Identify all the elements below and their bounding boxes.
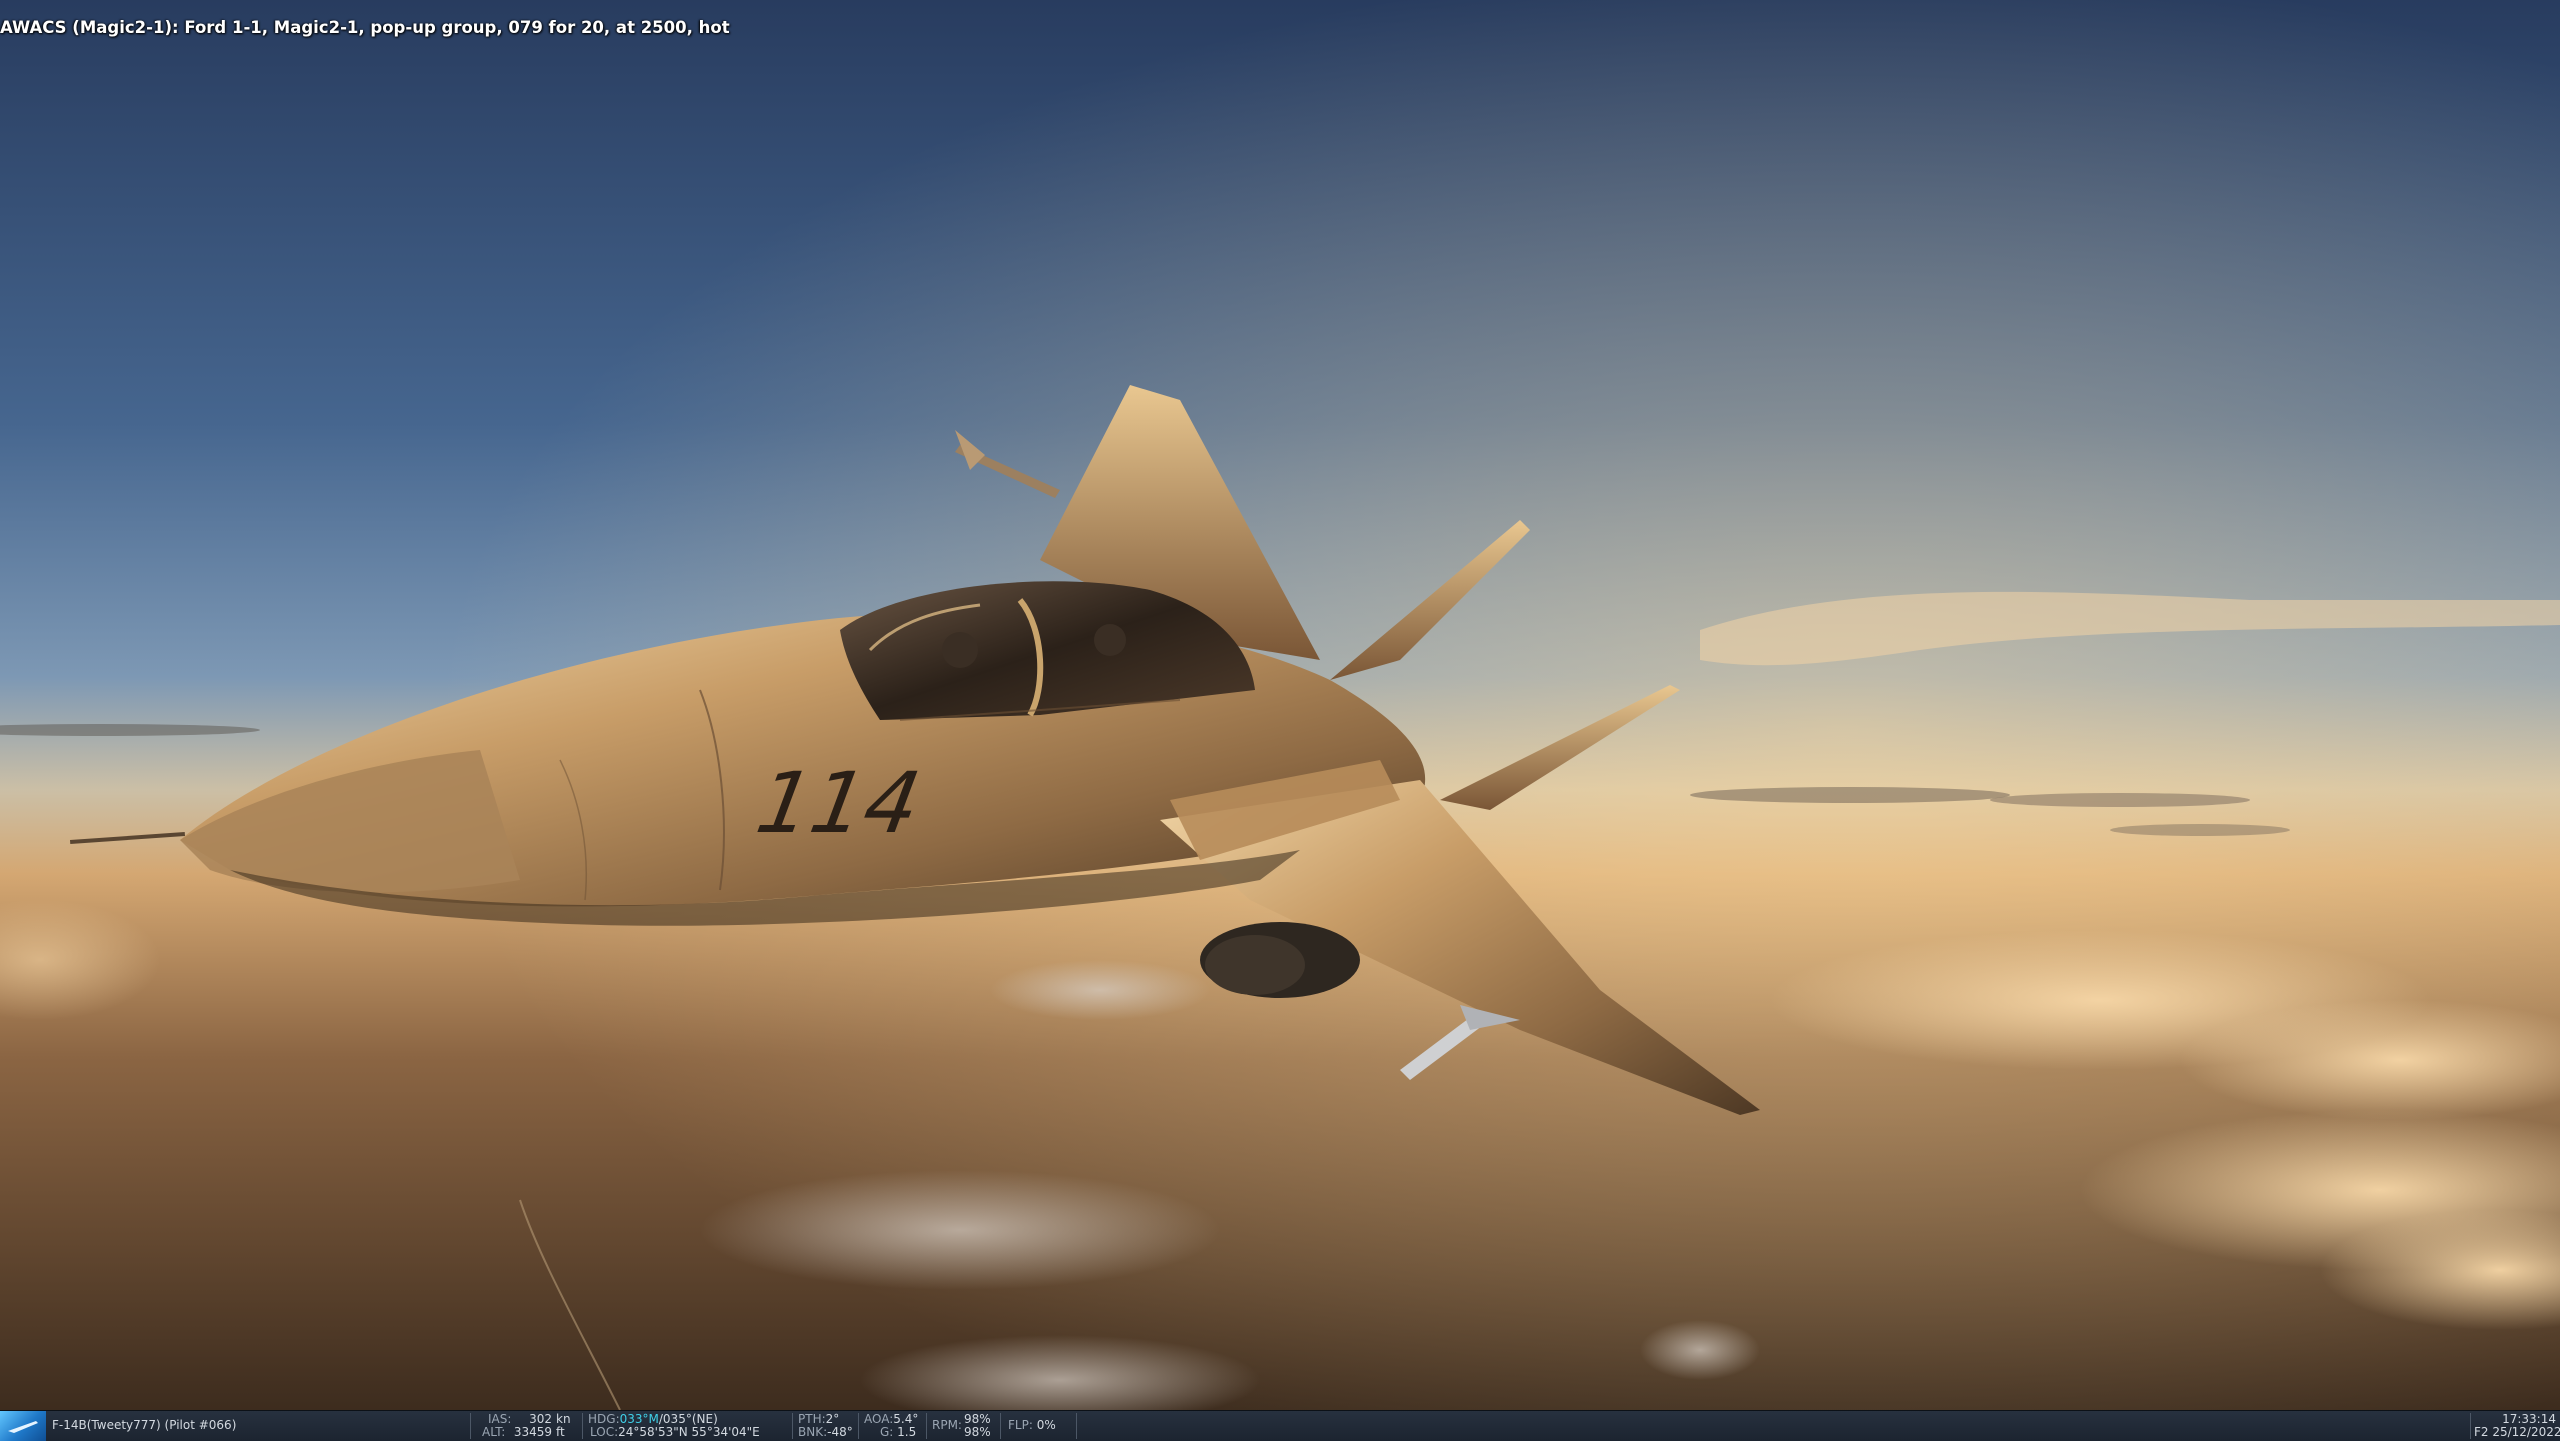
- unit-name: F-14B(Tweety777) (Pilot #066): [52, 1418, 237, 1432]
- pth-bnk-cell: PTH:2° BNK:-48°: [798, 1411, 858, 1441]
- time-cell: 17:33:14 F2 25/12/2022: [2474, 1411, 2560, 1441]
- side-number: 114: [750, 754, 928, 852]
- flp-value: 0%: [1036, 1418, 1056, 1432]
- divider: [2470, 1413, 2471, 1439]
- rpm-cell: RPM: 98% 98%: [932, 1411, 1000, 1441]
- g-line: G: 1.5: [880, 1426, 916, 1439]
- status-bar: F-14B(Tweety777) (Pilot #066) IAS: 302 k…: [0, 1410, 2560, 1441]
- scene-artwork: 114: [0, 0, 2560, 1410]
- g-value: 1.5: [897, 1425, 917, 1439]
- hdg-label: HDG:: [588, 1412, 620, 1426]
- alt-label: ALT:: [482, 1425, 506, 1439]
- alt-unit: ft: [556, 1425, 565, 1439]
- aoa-value: 5.4°: [893, 1412, 919, 1426]
- divider: [1000, 1413, 1001, 1439]
- bnk-line: BNK:-48°: [798, 1426, 853, 1439]
- divider: [470, 1413, 471, 1439]
- loc-value: 24°58'53"N 55°34'04"E: [618, 1425, 760, 1439]
- divider: [1076, 1413, 1077, 1439]
- flp-label: FLP:: [1008, 1418, 1033, 1432]
- loc-label: LOC:: [590, 1425, 619, 1439]
- bnk-value: -48°: [827, 1425, 853, 1439]
- g-label: G:: [880, 1425, 894, 1439]
- radio-message: AWACS (Magic2-1): Ford 1-1, Magic2-1, po…: [0, 18, 730, 37]
- loc-line: LOC:24°58'53"N 55°34'04"E: [590, 1426, 760, 1439]
- rpm-label: RPM:: [932, 1419, 962, 1432]
- ias-alt-cell: IAS: 302 kn ALT: 33459 ft: [480, 1411, 580, 1441]
- divider: [582, 1413, 583, 1439]
- divider: [858, 1413, 859, 1439]
- bnk-label: BNK:: [798, 1425, 828, 1439]
- rpm-label-text: RPM:: [932, 1418, 962, 1432]
- hdg-loc-cell: HDG:033°M/035°(NE) LOC:24°58'53"N 55°34'…: [588, 1411, 788, 1441]
- divider: [926, 1413, 927, 1439]
- pth-value: 2°: [825, 1412, 840, 1426]
- aoa-label: AOA:: [864, 1412, 894, 1426]
- clock-date: F2 25/12/2022: [2474, 1425, 2560, 1439]
- hdg-true: /035°(NE): [658, 1412, 718, 1426]
- alt-value: 33459: [513, 1425, 552, 1439]
- aoa-g-cell: AOA:5.4° G: 1.5: [864, 1411, 930, 1441]
- flp-cell: FLP: 0%: [1008, 1411, 1076, 1441]
- aircraft-icon: [0, 1411, 46, 1441]
- divider: [792, 1413, 793, 1439]
- game-viewport: 114: [0, 0, 2560, 1410]
- pth-label: PTH:: [798, 1412, 826, 1426]
- rpm-right: 98%: [964, 1425, 991, 1439]
- hdg-magnetic: 033°M: [619, 1412, 659, 1426]
- flp-line: FLP: 0%: [1008, 1419, 1056, 1432]
